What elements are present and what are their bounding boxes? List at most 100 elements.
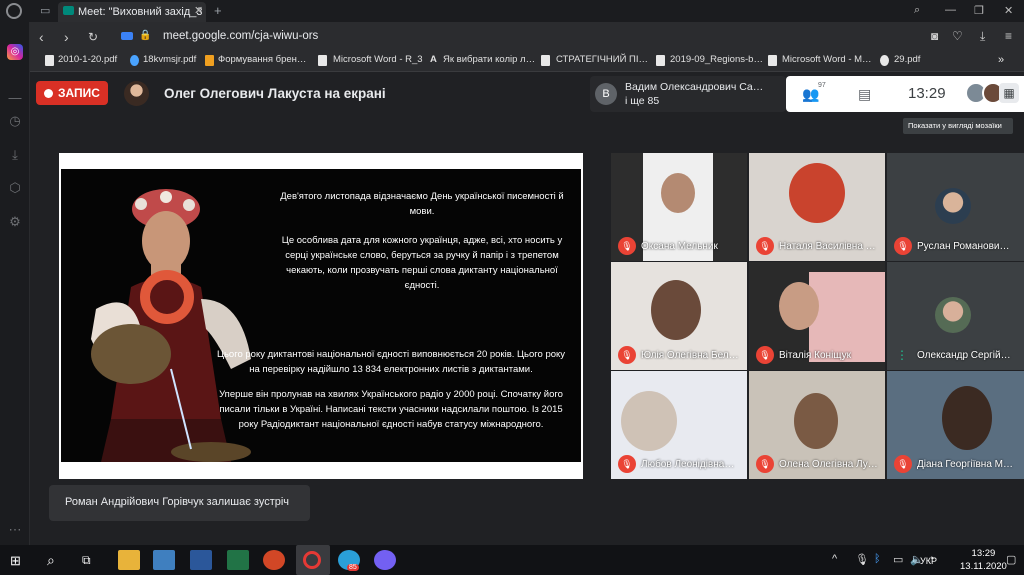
video-person	[794, 393, 838, 449]
excel-icon[interactable]	[227, 550, 249, 570]
presenting-label: Олег Олегович Лакуста на екрані	[164, 86, 386, 101]
bookmark-doc-icon	[205, 55, 214, 66]
windows-start-icon[interactable]: ⊞	[10, 553, 21, 569]
video-person	[661, 173, 695, 213]
tile-name: Руслан Романови…	[917, 241, 1010, 252]
people-icon[interactable]: 👥	[802, 86, 819, 103]
bookmark-item[interactable]: Формування брен…	[218, 54, 306, 65]
back-icon[interactable]: ‹	[39, 29, 44, 45]
restore-icon[interactable]: ❐	[974, 4, 984, 17]
heart-icon[interactable]: ♡	[952, 29, 963, 43]
bookmark-file-icon	[768, 55, 777, 66]
tab-close-icon[interactable]: ✕	[194, 4, 203, 17]
video-person	[621, 391, 677, 451]
history-icon[interactable]: ◷	[7, 113, 23, 129]
clock-date: 13.11.2020	[960, 561, 1007, 572]
bluetooth-icon[interactable]: ᛒ	[874, 553, 881, 565]
leave-notification: Роман Андрійович Горівчук залишає зустрі…	[49, 485, 310, 521]
bookmark-item[interactable]: Microsoft Word - R_3	[333, 54, 423, 65]
participants-more: і ще 85	[625, 95, 660, 107]
participant-name: Вадим Олександрович Са…	[625, 81, 764, 93]
battery-icon[interactable]: ▭	[893, 553, 903, 566]
camera-indicator-icon[interactable]	[121, 32, 133, 40]
search-tabs-icon[interactable]: ⌕	[914, 4, 920, 17]
language-indicator[interactable]: УКР	[920, 556, 937, 566]
bookmark-item[interactable]: 29.pdf	[894, 54, 920, 65]
chevron-up-icon[interactable]: ^	[832, 553, 837, 565]
participant-avatar: В	[595, 83, 617, 105]
notifications-icon[interactable]: ▢	[1006, 553, 1016, 566]
search-icon[interactable]: ⌕	[47, 552, 55, 569]
lock-icon[interactable]: 🔒	[139, 30, 151, 41]
instagram-icon[interactable]: ◎	[7, 44, 23, 60]
reload-icon[interactable]: ↻	[88, 30, 98, 44]
participant-avatar	[935, 188, 971, 224]
more-icon[interactable]: ⋯	[7, 522, 23, 538]
mic-off-icon: 🎙	[894, 237, 912, 255]
download-icon[interactable]: ⤓	[980, 29, 985, 44]
mic-off-icon: 🎙	[756, 455, 774, 473]
menu-icon[interactable]: ≡	[1005, 29, 1012, 43]
record-dot-icon	[44, 89, 53, 98]
bookmark-item[interactable]: СТРАТЕГІЧНИЙ ПІ…	[556, 54, 648, 65]
bookmark-file-icon	[45, 55, 54, 66]
tile-name: Діана Георгіївна М…	[917, 459, 1014, 470]
tile-name: Наталя Василівна …	[779, 241, 876, 252]
bookmark-item[interactable]: 18kvmsjr.pdf	[143, 54, 196, 65]
layout-tooltip: Показати у вигляді мозаїки	[903, 118, 1013, 134]
slide-text-4: Уперше він пролунав на хвилях Українсько…	[219, 389, 563, 430]
viber-icon[interactable]	[374, 550, 396, 570]
video-person	[651, 280, 701, 340]
mic-off-icon: 🎙	[756, 237, 774, 255]
video-person	[779, 282, 819, 330]
tile-name: Олександр Сергій…	[917, 350, 1011, 361]
url-field[interactable]: meet.google.com/cja-wiwu-ors	[163, 30, 318, 42]
participants-preview-text: Вадим Олександрович Са… і ще 85	[625, 80, 763, 108]
tile-layout-icon[interactable]: ▦	[999, 83, 1019, 103]
bookmark-item[interactable]: 2010-1-20.pdf	[58, 54, 117, 65]
mic-off-icon: 🎙	[894, 455, 912, 473]
bookmark-file-icon	[541, 55, 550, 66]
bookmarks-overflow-icon[interactable]: »	[998, 54, 1004, 66]
bookmark-item[interactable]: 2019-09_Regions-b…	[670, 54, 763, 65]
minimize-icon[interactable]: —	[945, 4, 956, 16]
participant-count: 97	[818, 82, 826, 89]
telegram-badge: 85	[347, 564, 359, 571]
cube-icon[interactable]: ⬡	[7, 180, 23, 196]
mic-off-icon: 🎙	[618, 346, 636, 364]
video-background	[809, 272, 885, 362]
chat-icon[interactable]: ▤	[858, 86, 871, 103]
presenter-avatar	[124, 81, 149, 106]
tab-title: Meet: "Виховний захід_3 …	[78, 6, 206, 18]
downloads-icon[interactable]: ⤓	[7, 147, 23, 163]
video-person	[789, 163, 845, 223]
speaking-indicator-icon: ⋮	[896, 348, 908, 362]
slide-text-3: Цього року диктантові національної єднос…	[216, 349, 566, 375]
tile-name: Оксана Мельник	[641, 241, 718, 252]
word-icon[interactable]	[190, 550, 212, 570]
opera-menu-icon[interactable]	[6, 3, 22, 19]
new-tab-icon[interactable]: +	[214, 3, 222, 18]
tab-list-icon[interactable]: ▭	[40, 4, 50, 17]
tile-name: Юлія Олегівна Бел…	[641, 350, 739, 361]
close-window-icon[interactable]: ✕	[1004, 4, 1013, 17]
participant-avatar	[935, 297, 971, 333]
bookmark-item[interactable]: Як вибрати колір л…	[443, 54, 535, 65]
forward-icon[interactable]: ›	[64, 29, 69, 45]
mic-off-icon: 🎙	[618, 237, 636, 255]
taskbar-clock[interactable]: 13:29 13.11.2020	[960, 547, 1007, 573]
file-explorer-icon[interactable]	[118, 550, 140, 570]
task-view-icon[interactable]: ⧉	[82, 553, 91, 568]
settings-icon[interactable]: ⚙	[7, 214, 23, 230]
remote-desktop-icon[interactable]	[153, 550, 175, 570]
browser-tab[interactable]: Meet: "Виховний захід_3 …	[58, 2, 206, 22]
powerpoint-icon[interactable]	[263, 550, 285, 570]
mic-off-icon: 🎙	[756, 346, 774, 364]
bookmark-item[interactable]: Microsoft Word - M…	[782, 54, 872, 65]
bookmark-globe-icon	[880, 55, 889, 66]
sidebar-divider-icon: —	[8, 90, 22, 105]
mic-off-icon: 🎙	[618, 455, 636, 473]
bookmark-file-icon	[318, 55, 327, 66]
snapshot-icon[interactable]: ◙	[931, 29, 938, 43]
mic-tray-icon[interactable]: 🎙	[855, 553, 869, 566]
